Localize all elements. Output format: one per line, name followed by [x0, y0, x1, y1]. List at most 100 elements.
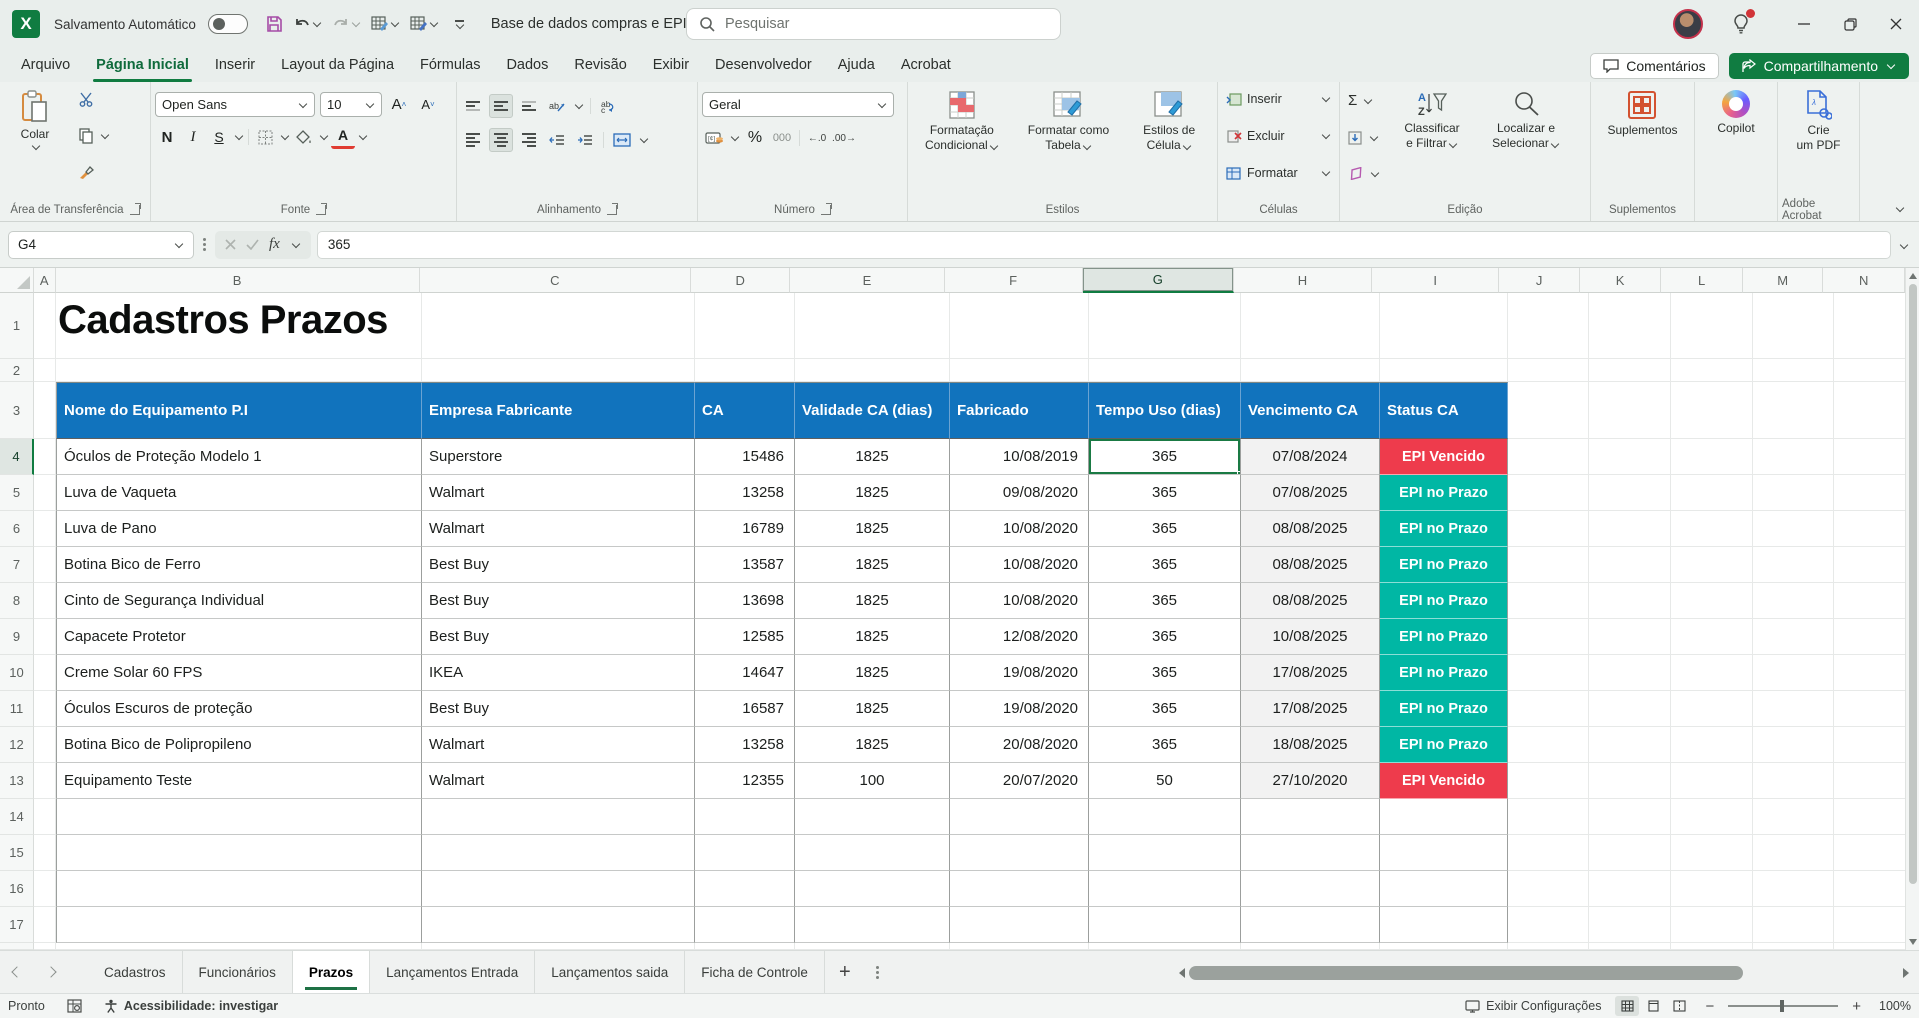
grid-cell[interactable]: 18/08/2025 [1241, 727, 1380, 763]
status-badge[interactable]: EPI no Prazo [1380, 583, 1508, 619]
font-size-combobox[interactable]: 10 [320, 92, 382, 117]
grid-cell[interactable]: 1825 [795, 511, 950, 547]
grid-cell[interactable] [1241, 359, 1380, 382]
grid-cell[interactable]: 14647 [695, 655, 795, 691]
grid-cell[interactable] [1380, 871, 1508, 907]
excel-app-icon[interactable]: X [12, 10, 40, 38]
grid-cell[interactable] [795, 359, 950, 382]
grid-cell[interactable] [1753, 691, 1834, 727]
tab-ajuda[interactable]: Ajuda [825, 50, 888, 82]
grid-cell[interactable]: Luva de Vaqueta [56, 475, 422, 511]
grid-cell[interactable] [34, 382, 56, 439]
grid-cell[interactable] [1834, 835, 1905, 871]
grid-cell[interactable] [1753, 619, 1834, 655]
status-badge[interactable]: EPI no Prazo [1380, 727, 1508, 763]
grid-cell[interactable] [1753, 655, 1834, 691]
grid-cell[interactable]: 365 [1089, 727, 1241, 763]
grid-cell[interactable]: 27/10/2020 [1241, 763, 1380, 799]
grid-cell[interactable]: Óculos de Proteção Modelo 1 [56, 439, 422, 475]
format-painter-button[interactable] [74, 163, 114, 182]
macro-record-icon[interactable] [67, 999, 82, 1013]
autosum-button[interactable]: Σ [1344, 90, 1384, 111]
horizontal-scrollbar[interactable] [1179, 960, 1909, 985]
table-header-cell[interactable]: Fabricado [950, 382, 1089, 439]
grid-cell[interactable] [1589, 475, 1671, 511]
grid-cell[interactable] [1834, 439, 1905, 475]
align-bottom-icon[interactable] [517, 94, 541, 118]
grid-cell[interactable] [950, 359, 1089, 382]
grid-cell[interactable] [1834, 359, 1905, 382]
grid-cell[interactable] [1089, 835, 1241, 871]
normal-view-icon[interactable] [1615, 996, 1639, 1016]
grid-cell[interactable] [1241, 293, 1380, 359]
grid-cell[interactable] [1753, 382, 1834, 439]
grid-cell[interactable] [950, 835, 1089, 871]
grid-cell[interactable]: 08/08/2025 [1241, 583, 1380, 619]
grid-cell[interactable]: 1825 [795, 547, 950, 583]
grid-cell[interactable] [1671, 439, 1753, 475]
grid-cell[interactable] [795, 871, 950, 907]
active-cell[interactable]: 365 [1089, 439, 1241, 475]
grid-cell[interactable] [1753, 583, 1834, 619]
grid-cell[interactable] [56, 799, 422, 835]
grid-cell[interactable]: 100 [795, 763, 950, 799]
share-button[interactable]: Compartilhamento [1729, 53, 1909, 79]
sheet-tab-options-icon[interactable] [865, 951, 891, 993]
grid-cell[interactable] [1834, 382, 1905, 439]
grid-cell[interactable]: Botina Bico de Polipropileno [56, 727, 422, 763]
grid-cell[interactable] [695, 943, 795, 950]
grid-cell[interactable]: 15486 [695, 439, 795, 475]
display-settings-button[interactable]: Exibir Configurações [1465, 999, 1601, 1013]
grid-cell[interactable] [34, 799, 56, 835]
grid-cell[interactable] [695, 359, 795, 382]
grid-cell[interactable]: Capacete Protetor [56, 619, 422, 655]
row-header-10[interactable]: 10 [0, 655, 34, 691]
name-box[interactable]: G4 [8, 231, 194, 259]
cell-styles-button[interactable]: Estilos deCélula [1125, 86, 1213, 157]
fill-button[interactable] [1344, 129, 1384, 147]
grid-cell[interactable] [1241, 871, 1380, 907]
create-pdf-button[interactable]: λ Crieum PDF [1790, 86, 1846, 157]
tab-inserir[interactable]: Inserir [202, 50, 268, 82]
sheet-tab-lancamentos-saida[interactable]: Lançamentos saida [535, 951, 685, 993]
grid-cell[interactable] [1753, 547, 1834, 583]
grid-cell[interactable] [1508, 475, 1589, 511]
grid-cell[interactable] [56, 835, 422, 871]
grid-cell[interactable] [1589, 907, 1671, 943]
grid-cell[interactable] [56, 871, 422, 907]
grid-cell[interactable] [1753, 475, 1834, 511]
grid-cell[interactable] [1508, 943, 1589, 950]
grid-cell[interactable]: 09/08/2020 [950, 475, 1089, 511]
grid-cell[interactable] [1508, 439, 1589, 475]
grid-cell[interactable] [34, 835, 56, 871]
grid-cell[interactable] [950, 943, 1089, 950]
grid-cell[interactable] [1834, 907, 1905, 943]
grid-cell[interactable] [1671, 799, 1753, 835]
status-badge[interactable]: EPI no Prazo [1380, 547, 1508, 583]
row-header-6[interactable]: 6 [0, 511, 34, 547]
grid-cell[interactable]: 1825 [795, 475, 950, 511]
grid-cell[interactable]: 1825 [795, 439, 950, 475]
grid-cell[interactable]: 12355 [695, 763, 795, 799]
close-button[interactable] [1873, 0, 1919, 48]
grid-cell[interactable] [1834, 763, 1905, 799]
grid-cell[interactable] [1589, 835, 1671, 871]
grid-cell[interactable]: 16789 [695, 511, 795, 547]
grid-cell[interactable] [950, 799, 1089, 835]
grid-cell[interactable] [950, 871, 1089, 907]
grid-cell[interactable]: Equipamento Teste [56, 763, 422, 799]
grid-cell[interactable]: Botina Bico de Ferro [56, 547, 422, 583]
search-input[interactable]: Pesquisar [686, 8, 1061, 40]
increase-decimal-icon[interactable]: ←.0 [805, 126, 829, 150]
grid-cell[interactable]: Best Buy [422, 547, 695, 583]
conditional-formatting-button[interactable]: FormataçãoCondicional [912, 86, 1012, 157]
grid-cell[interactable] [1671, 547, 1753, 583]
grid-cell[interactable]: Best Buy [422, 619, 695, 655]
grid-cell[interactable] [795, 799, 950, 835]
grid-cell[interactable]: 17/08/2025 [1241, 655, 1380, 691]
grid-cell[interactable] [1508, 293, 1589, 359]
grid-cell[interactable]: 365 [1089, 511, 1241, 547]
grid-cell[interactable] [1753, 293, 1834, 359]
row-header-17[interactable]: 17 [0, 907, 34, 943]
grid-cell[interactable]: 13258 [695, 475, 795, 511]
